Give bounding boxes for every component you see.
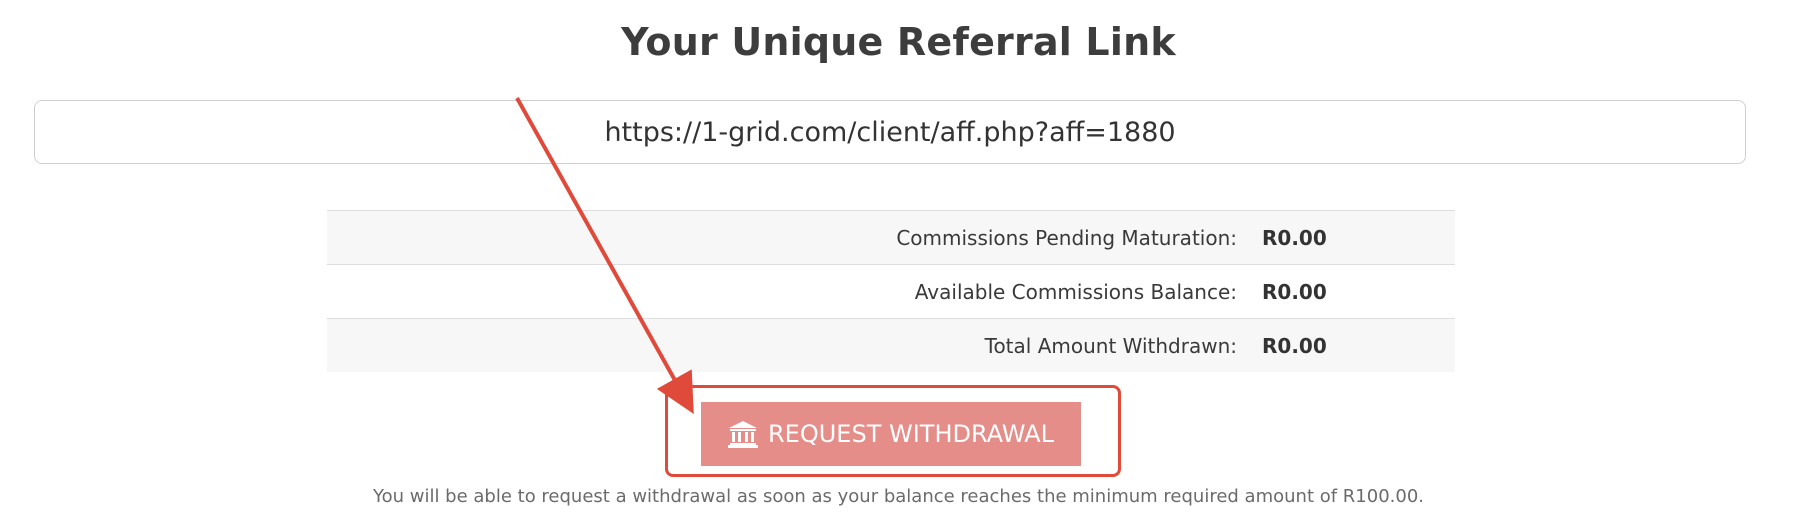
stats-row-pending: Commissions Pending Maturation: R0.00 [327, 210, 1455, 264]
stats-row-withdrawn: Total Amount Withdrawn: R0.00 [327, 318, 1455, 372]
bank-icon [728, 420, 758, 448]
stats-value: R0.00 [1262, 226, 1327, 250]
request-withdrawal-label: REQUEST WITHDRAWAL [768, 420, 1054, 448]
stats-label: Available Commissions Balance: [914, 280, 1237, 304]
stats-row-available: Available Commissions Balance: R0.00 [327, 264, 1455, 318]
withdrawal-note: You will be able to request a withdrawal… [372, 486, 1425, 507]
referral-link-field[interactable] [34, 100, 1746, 164]
page-title: Your Unique Referral Link [621, 20, 1176, 64]
stats-label: Total Amount Withdrawn: [984, 334, 1237, 358]
request-withdrawal-button[interactable]: REQUEST WITHDRAWAL [701, 402, 1081, 466]
stats-value: R0.00 [1262, 334, 1327, 358]
commission-stats-table: Commissions Pending Maturation: R0.00 Av… [327, 210, 1455, 372]
stats-label: Commissions Pending Maturation: [896, 226, 1237, 250]
stats-value: R0.00 [1262, 280, 1327, 304]
